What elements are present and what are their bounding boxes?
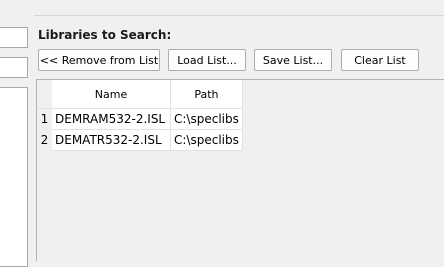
cell-path[interactable]: C:\speclibs xyxy=(170,108,243,130)
remove-from-list-button[interactable]: << Remove from List xyxy=(38,49,160,71)
table-row[interactable]: 2 DEMATR532-2.ISL C:\speclibs xyxy=(37,129,243,151)
left-list-panel[interactable] xyxy=(0,87,28,267)
column-header-name[interactable]: Name xyxy=(52,80,171,109)
cell-name[interactable]: DEMATR532-2.ISL xyxy=(52,129,171,151)
cell-name[interactable]: DEMRAM532-2.ISL xyxy=(52,108,171,130)
section-title: Libraries to Search: xyxy=(38,28,172,42)
clear-list-button[interactable]: Clear List xyxy=(341,49,419,71)
column-header-path[interactable]: Path xyxy=(170,80,243,109)
save-list-button[interactable]: Save List... xyxy=(254,49,332,71)
table-corner xyxy=(37,80,52,109)
row-number[interactable]: 2 xyxy=(37,129,52,151)
cell-path[interactable]: C:\speclibs xyxy=(170,129,243,151)
divider xyxy=(34,15,444,16)
libraries-table[interactable]: Name Path 1 DEMRAM532-2.ISL C:\speclibs … xyxy=(36,79,444,261)
load-list-button[interactable]: Load List... xyxy=(168,49,246,71)
left-input-top[interactable] xyxy=(0,27,28,48)
row-number[interactable]: 1 xyxy=(37,108,52,130)
table-row[interactable]: 1 DEMRAM532-2.ISL C:\speclibs xyxy=(37,108,243,130)
left-input-bottom[interactable] xyxy=(0,57,28,78)
table-header-row: Name Path xyxy=(37,80,243,109)
